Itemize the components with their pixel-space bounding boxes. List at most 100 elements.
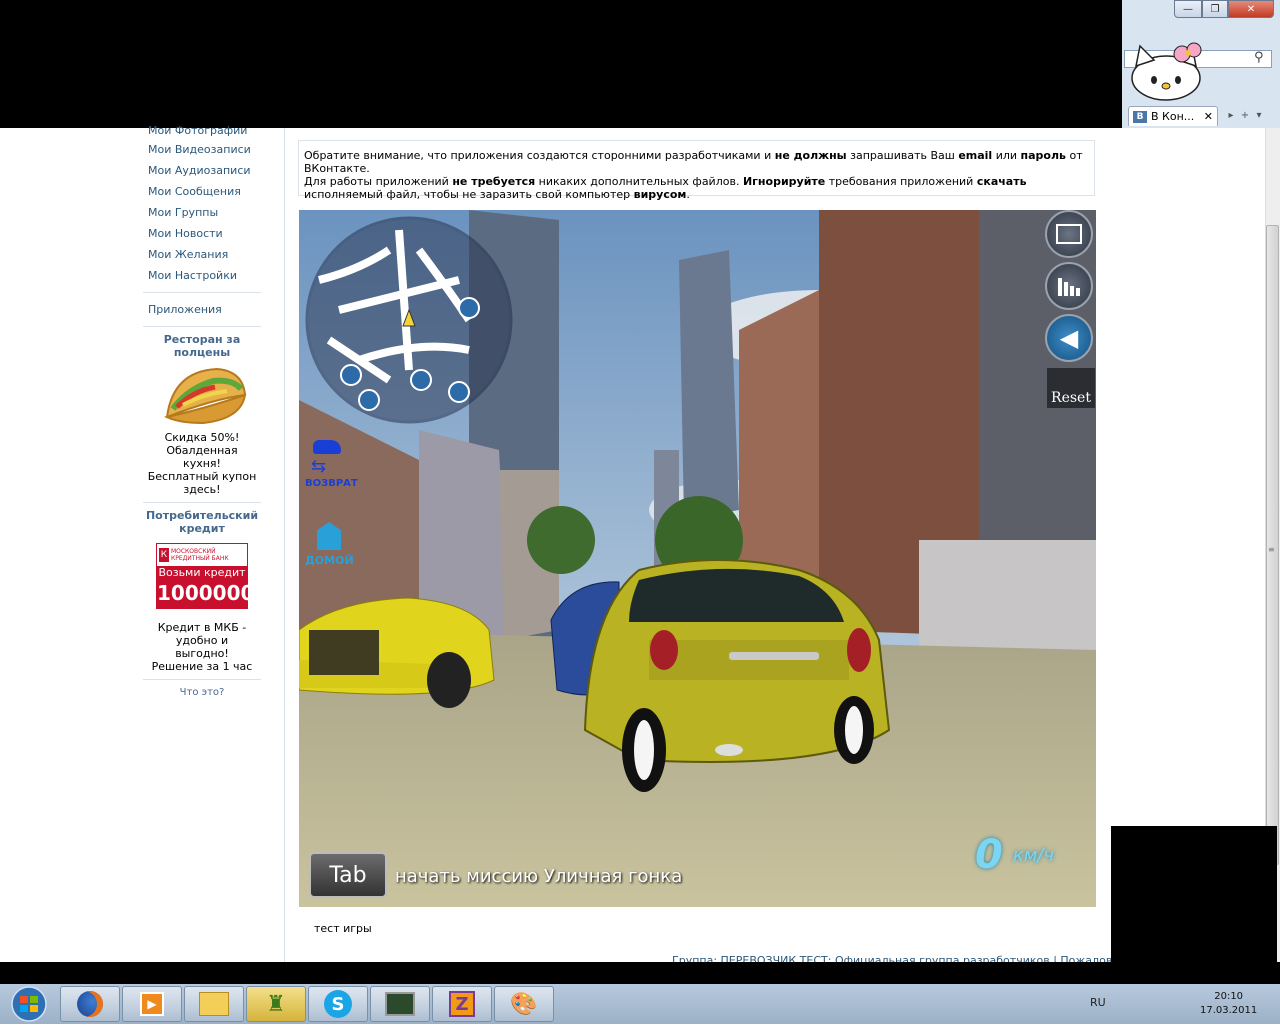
home-label: ДОМОЙ bbox=[305, 554, 354, 567]
browser-tab[interactable]: В В Кон... ✕ bbox=[1128, 106, 1218, 126]
taskbar-firefox[interactable] bbox=[60, 986, 120, 1022]
start-button[interactable] bbox=[4, 986, 54, 1022]
z-icon: Z bbox=[449, 991, 475, 1017]
divider bbox=[143, 679, 261, 680]
clock-time: 20:10 bbox=[1214, 991, 1244, 1002]
close-tab-icon[interactable]: ✕ bbox=[1204, 110, 1213, 123]
divider bbox=[284, 128, 285, 962]
mission-prompt: начать миссию Уличная гонка bbox=[395, 866, 683, 887]
return-arrow-icon: ⇆ bbox=[311, 456, 327, 477]
notice-text: или bbox=[992, 149, 1021, 162]
notice-text: требования приложений bbox=[825, 175, 977, 188]
redacted-region-corner bbox=[1111, 826, 1277, 996]
ad-restaurant-title[interactable]: Ресторан за полцены bbox=[143, 333, 261, 359]
clock-date: 17.03.2011 bbox=[1200, 1005, 1258, 1016]
notice-text: . bbox=[686, 188, 690, 201]
notice-bold: Игнорируйте bbox=[742, 175, 826, 188]
maximize-button[interactable]: ❐ bbox=[1202, 0, 1228, 18]
windows-logo-icon bbox=[11, 986, 47, 1022]
search-icon[interactable]: ⚲ bbox=[1254, 50, 1264, 65]
media-player-icon: ▶ bbox=[140, 992, 164, 1016]
redacted-region-bottom bbox=[0, 962, 1280, 984]
nav-my-photos[interactable]: Мои Фотографии bbox=[143, 122, 261, 139]
nav-my-videos[interactable]: Мои Видеозаписи bbox=[143, 139, 261, 160]
robot-icon: ♜ bbox=[266, 991, 286, 1017]
tab-title: В Кон... bbox=[1151, 110, 1195, 123]
taco-ad-image[interactable] bbox=[143, 359, 261, 431]
taskbar-skype[interactable]: S bbox=[308, 986, 368, 1022]
close-window-button[interactable]: ✕ bbox=[1228, 0, 1274, 18]
nav-my-messages[interactable]: Мои Сообщения bbox=[143, 181, 261, 202]
palette-icon: 🎨 bbox=[510, 991, 538, 1017]
skype-icon: S bbox=[324, 990, 352, 1018]
notice-text: запрашивать Ваш bbox=[846, 149, 959, 162]
hello-kitty-theme-image bbox=[1131, 42, 1202, 101]
credit-ad-banner[interactable]: К МОСКОВСКИЙ КРЕДИТНЫЙ БАНК Возьми креди… bbox=[156, 543, 255, 609]
tab-key-button[interactable]: Tab bbox=[309, 852, 387, 898]
nav-my-groups[interactable]: Мои Группы bbox=[143, 202, 261, 223]
divider bbox=[143, 326, 261, 327]
notice-text: Для работы приложений bbox=[304, 175, 453, 188]
left-sidebar: Мои Фотографии Мои Видеозаписи Мои Аудио… bbox=[143, 122, 261, 699]
new-tab-icon[interactable]: + bbox=[1238, 106, 1252, 124]
nav-my-news[interactable]: Мои Новости bbox=[143, 223, 261, 244]
nav-my-audio[interactable]: Мои Аудиозаписи bbox=[143, 160, 261, 181]
game-canvas[interactable]: ◀ Reset ⇆ ВОЗВРАТ ДОМОЙ Tab начать мисси… bbox=[299, 210, 1096, 907]
sound-button[interactable]: ◀ bbox=[1045, 314, 1093, 362]
tab-scroll-right-icon[interactable]: ▸ bbox=[1224, 106, 1238, 124]
fullscreen-icon bbox=[1056, 224, 1082, 244]
notice-text: исполняемый файл, чтобы не заразить свой… bbox=[304, 188, 634, 201]
ad-credit-title[interactable]: Потребительский кредит bbox=[143, 509, 261, 535]
game-scene bbox=[299, 210, 1096, 907]
ad-restaurant-text[interactable]: Скидка 50%! Обалденная кухня! Бесплатный… bbox=[143, 431, 261, 496]
taskbar-media-player[interactable]: ▶ bbox=[122, 986, 182, 1022]
taskbar-task-manager[interactable] bbox=[370, 986, 430, 1022]
taskbar-paint[interactable]: 🎨 bbox=[494, 986, 554, 1022]
notice-text: никаких дополнительных файлов. bbox=[535, 175, 743, 188]
speaker-icon: ◀ bbox=[1059, 324, 1079, 352]
nav-my-wishes[interactable]: Мои Желания bbox=[143, 244, 261, 265]
banner-amount: 1000000 bbox=[157, 581, 255, 605]
notice-bold: скачать bbox=[976, 175, 1027, 188]
return-car-icon bbox=[313, 440, 341, 454]
minimize-button[interactable]: — bbox=[1174, 0, 1202, 18]
tab-list-icon[interactable]: ▾ bbox=[1252, 106, 1266, 124]
speed-value: 0 bbox=[975, 832, 1003, 878]
ad-credit-text[interactable]: Кредит в МКБ - удобно и выгодно! Решение… bbox=[143, 621, 261, 673]
banner-line1: Возьми кредит bbox=[158, 566, 246, 579]
notice-bold: не требуется bbox=[452, 175, 536, 188]
vk-favicon-icon: В bbox=[1133, 110, 1147, 123]
quality-button[interactable] bbox=[1045, 262, 1093, 310]
language-indicator[interactable]: RU bbox=[1090, 996, 1106, 1009]
notice-bold: вирусом bbox=[633, 188, 687, 201]
nav-applications[interactable]: Приложения bbox=[143, 299, 261, 320]
tab-navigation: ▸ + ▾ bbox=[1224, 106, 1280, 126]
scroll-grip-icon: ≡ bbox=[1268, 545, 1275, 554]
garage-icon bbox=[317, 522, 341, 550]
bank-name: МОСКОВСКИЙ КРЕДИТНЫЙ БАНК bbox=[170, 548, 229, 562]
equalizer-icon bbox=[1058, 278, 1080, 296]
taskbar-explorer[interactable] bbox=[184, 986, 244, 1022]
app-caption: тест игры bbox=[314, 922, 372, 935]
return-button[interactable]: ⇆ ВОЗВРАТ bbox=[305, 440, 363, 510]
divider bbox=[143, 502, 261, 503]
folder-icon bbox=[199, 992, 229, 1016]
app-warning-notice: Обратите внимание, что приложения создаю… bbox=[298, 140, 1095, 201]
notice-bold: не должны bbox=[774, 149, 847, 162]
notice-text: Обратите внимание, что приложения создаю… bbox=[304, 149, 775, 162]
clock[interactable]: 20:10 17.03.2011 bbox=[1200, 990, 1257, 1018]
bank-logo-icon: К bbox=[159, 548, 169, 562]
speed-unit: км/ч bbox=[1012, 844, 1054, 866]
window-controls: — ❐ ✕ bbox=[1174, 0, 1280, 18]
nav-my-settings[interactable]: Мои Настройки bbox=[143, 265, 261, 286]
fullscreen-button[interactable] bbox=[1045, 210, 1093, 258]
taskbar-z-app[interactable]: Z bbox=[432, 986, 492, 1022]
notice-bold: пароль bbox=[1020, 149, 1066, 162]
reset-button[interactable]: Reset bbox=[1047, 368, 1095, 408]
taskbar-app-active[interactable]: ♜ bbox=[246, 986, 306, 1022]
notice-bold: email bbox=[958, 149, 993, 162]
what-is-this-link[interactable]: Что это? bbox=[143, 686, 261, 699]
firefox-icon bbox=[77, 991, 103, 1017]
home-button[interactable]: ДОМОЙ bbox=[305, 522, 363, 582]
return-label: ВОЗВРАТ bbox=[305, 478, 358, 489]
